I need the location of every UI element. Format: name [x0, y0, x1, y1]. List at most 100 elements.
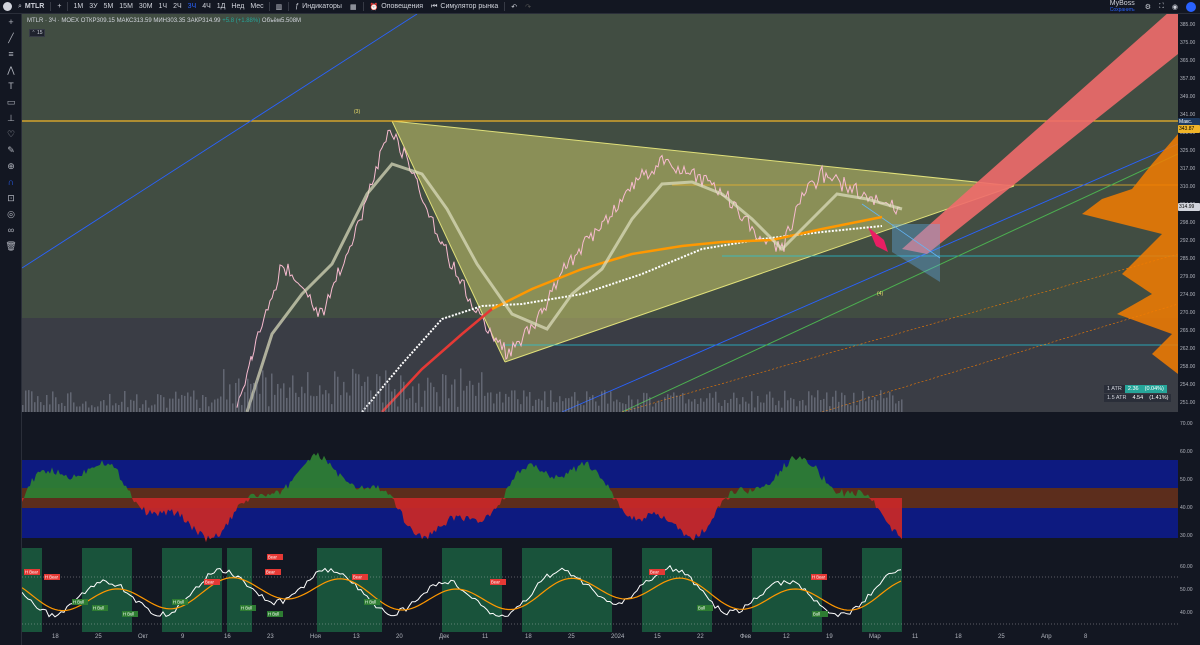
timeframe-2[interactable]: 5М	[101, 0, 117, 14]
redo-button[interactable]: ↷	[521, 0, 535, 14]
timeframe-8[interactable]: 4Ч	[199, 0, 214, 14]
bull-zone	[862, 548, 902, 634]
volume-bar	[529, 391, 531, 412]
volume-bar	[163, 397, 165, 412]
shape-tool[interactable]: ▭	[0, 94, 22, 110]
alerts-button[interactable]: ⏰ Оповещения	[366, 0, 428, 14]
volume-bar	[184, 395, 186, 412]
timeframe-10[interactable]: Нед	[228, 0, 247, 14]
volume-bar	[385, 370, 387, 412]
volume-bar	[796, 406, 798, 412]
favorite-tool[interactable]: ♡	[0, 126, 22, 142]
bear-tag-text: Bear	[205, 580, 214, 585]
top-toolbar: ⌕ MTLR + 1М 3У 5М 15М 30М 1Ч 2Ч 3Ч 4Ч 1Д Нед Мес ▥ …	[0, 0, 1200, 14]
trendline-tool[interactable]: ╱	[0, 30, 22, 46]
chart-type-button[interactable]: ▥	[272, 0, 287, 14]
osc-tick: 60.00	[1180, 449, 1193, 455]
chart-canvas[interactable]: (3) (4) H Bear H Bear Bear Bear Bear Bear Bear…	[22, 14, 1178, 634]
volume-bar	[856, 405, 858, 412]
fullscreen-icon: ⛶	[1158, 3, 1164, 10]
ruler-tool[interactable]: ✎	[0, 142, 22, 158]
volume-bar	[292, 375, 294, 412]
volume-bar	[901, 399, 903, 412]
bull-tag-text: H Bull	[123, 612, 134, 617]
hide-tool[interactable]: ◎	[0, 206, 22, 222]
volume-bar	[226, 399, 228, 412]
measure-tool[interactable]: ⊥	[0, 110, 22, 126]
volume-bar	[706, 398, 708, 412]
volume-bar	[76, 406, 78, 412]
bull-zone	[522, 548, 612, 634]
volume-bar	[607, 403, 609, 412]
timeframe-9[interactable]: 1Д	[214, 0, 229, 14]
volume-bar	[331, 404, 333, 412]
legend-title: MTLR · 3Ч · MOEX	[27, 18, 80, 24]
volume-bar	[853, 392, 855, 412]
replay-button[interactable]: ⏮ Симулятор рынка	[427, 0, 502, 14]
volume-bar	[541, 400, 543, 412]
volume-bar	[583, 405, 585, 412]
bull-tag-text: H Bull	[93, 606, 104, 611]
snapshot-button[interactable]: ◉	[1168, 0, 1182, 14]
timeframe-5[interactable]: 1Ч	[156, 0, 171, 14]
link-tool[interactable]: ∞	[0, 222, 22, 238]
volume-bar	[742, 397, 744, 412]
volume-bar	[649, 397, 651, 412]
lock-tool[interactable]: ⊡	[0, 190, 22, 206]
indicators-icon: ƒ	[295, 3, 300, 10]
volume-bar	[847, 404, 849, 412]
settings-button[interactable]: ⚙	[1141, 0, 1155, 14]
volume-bar	[523, 390, 525, 412]
timeframe-0[interactable]: 1М	[70, 0, 86, 14]
volume-bar	[832, 396, 834, 412]
compare-button[interactable]: +	[53, 0, 65, 14]
price-axis[interactable]: 385.00 375.00 365.00 357.00 349.00 341.00 333.…	[1178, 14, 1200, 634]
timeframe-7[interactable]: 3Ч	[185, 0, 200, 14]
volume-bar	[367, 376, 369, 412]
volume-bar	[247, 378, 249, 412]
symbol-name: MTLR	[24, 3, 45, 10]
volume-bar	[97, 406, 99, 412]
delete-tool[interactable]: 🗑	[0, 238, 22, 254]
publish-button[interactable]	[1186, 2, 1196, 12]
timeframe-3[interactable]: 15М	[116, 0, 136, 14]
fullscreen-button[interactable]: ⛶	[1155, 0, 1168, 14]
pattern-tool[interactable]: ⋀	[0, 62, 22, 78]
osc-tick: 30.00	[1180, 533, 1193, 539]
price-tick: 279.00	[1180, 274, 1196, 280]
crosshair-tool[interactable]: +	[0, 14, 22, 30]
timeframe-11[interactable]: Мес	[247, 0, 266, 14]
volume-bar	[340, 395, 342, 412]
volume-bar	[556, 402, 558, 412]
timeframe-6[interactable]: 2Ч	[170, 0, 185, 14]
volume-bar	[691, 401, 693, 412]
layout-button[interactable]: ▦	[346, 0, 361, 14]
undo-button[interactable]: ↶	[507, 0, 521, 14]
menu-avatar[interactable]	[0, 0, 14, 14]
timeframe-1[interactable]: 3У	[86, 0, 100, 14]
fib-tool[interactable]: ≡	[0, 46, 22, 62]
volume-bar	[379, 376, 381, 412]
volume-bar	[241, 405, 243, 412]
volume-bar	[421, 406, 423, 412]
volume-bar	[445, 375, 447, 412]
volume-bar	[682, 392, 684, 412]
volume-bar	[130, 399, 132, 412]
collapse-indicators-button[interactable]: ⌃ 15	[29, 29, 45, 37]
volume-bar	[787, 400, 789, 412]
text-tool[interactable]: T	[0, 78, 22, 94]
time-axis[interactable]: 18 25 Окт 9 16 23 Ноя 13 20 Дек 11 18 25 2024 15 22 Фев 1…	[22, 632, 1178, 645]
indicators-button[interactable]: ƒ Индикаторы	[291, 0, 346, 14]
symbol-search[interactable]: ⌕ MTLR	[14, 0, 48, 14]
magnet-tool[interactable]: ∩	[0, 174, 22, 190]
layout-name[interactable]: MyBoss Сохранить	[1104, 0, 1141, 14]
zoom-tool[interactable]: ⊕	[0, 158, 22, 174]
bull-zone	[162, 548, 222, 634]
timeframe-4[interactable]: 30М	[136, 0, 156, 14]
time-tick: 18	[52, 634, 59, 640]
alarm-icon: ⏰	[369, 3, 379, 11]
volume-bar	[34, 402, 36, 412]
volume-bar	[862, 390, 864, 412]
volume-bar	[859, 400, 861, 412]
volume-bar	[487, 392, 489, 412]
